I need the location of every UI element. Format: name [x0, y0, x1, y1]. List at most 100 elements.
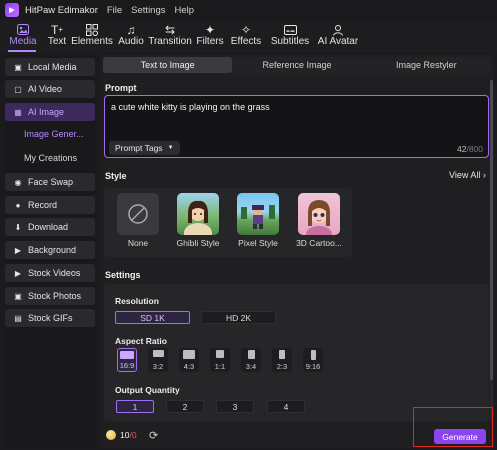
- menu-help[interactable]: Help: [175, 5, 195, 16]
- settings-label: Settings: [105, 270, 141, 280]
- aspect-3-4[interactable]: 3:4: [241, 348, 261, 372]
- sidebar-item-background[interactable]: ▶ Background: [5, 241, 95, 259]
- style-label-none: None: [127, 238, 149, 248]
- style-option-3d-cartoon[interactable]: [298, 193, 340, 235]
- sidebar-item-record[interactable]: ● Record: [5, 196, 95, 214]
- menu-settings[interactable]: Settings: [131, 5, 165, 16]
- aspect-1-1[interactable]: 1:1: [210, 348, 230, 372]
- tab-reference-image[interactable]: Reference Image: [232, 57, 361, 73]
- filters-icon: ✦: [204, 22, 216, 37]
- aspect-4-3[interactable]: 4:3: [179, 348, 199, 372]
- coin-icon: [106, 430, 116, 440]
- quantity-4[interactable]: 4: [267, 400, 305, 413]
- app-title: HitPaw Edimakor: [25, 4, 98, 16]
- tool-media-label: Media: [9, 36, 37, 47]
- prompt-tags-dropdown[interactable]: Prompt Tags ▼: [109, 141, 180, 155]
- sidebar-item-face-swap[interactable]: ◉ Face Swap: [5, 173, 95, 191]
- tool-filters-label: Filters: [196, 36, 224, 47]
- tool-subtitles-label: Subtitles: [270, 36, 310, 47]
- sidebar-item-label: AI Image: [28, 107, 65, 117]
- resolution-sd-1k[interactable]: SD 1K: [115, 311, 190, 324]
- prompt-tags-label: Prompt Tags: [115, 143, 163, 153]
- sidebar: ▣ Local Media ▢ AI Video ▦ AI Image Imag…: [5, 55, 95, 447]
- tool-ai-avatar[interactable]: AI Avatar: [314, 20, 362, 52]
- aspect-9-16-icon: [310, 350, 316, 360]
- style-label: Style: [105, 171, 127, 181]
- resolution-hd-2k[interactable]: HD 2K: [201, 311, 276, 324]
- scrollbar-thumb[interactable]: [490, 80, 493, 380]
- view-all-link[interactable]: View All ›: [449, 170, 486, 180]
- style-label-pixel: Pixel Style: [238, 238, 278, 248]
- folder-icon: ▣: [14, 62, 22, 72]
- quantity-3[interactable]: 3: [216, 400, 254, 413]
- tool-audio-label: Audio: [118, 36, 144, 47]
- view-all-label: View All: [449, 170, 481, 180]
- tool-filters[interactable]: ✦ Filters: [194, 20, 226, 52]
- refresh-icon[interactable]: ⟳: [149, 429, 158, 442]
- 3d-cartoon-girl-thumbnail: [306, 200, 332, 235]
- aspect-4-3-icon: [183, 350, 195, 359]
- sidebar-subitem-image-generator[interactable]: Image Gener...: [24, 129, 84, 139]
- aspect-2-3[interactable]: 2:3: [272, 348, 292, 372]
- menu-file[interactable]: File: [107, 5, 122, 16]
- sidebar-item-local-media[interactable]: ▣ Local Media: [5, 58, 95, 76]
- app-logo-icon: ▶: [5, 3, 19, 17]
- sidebar-item-stock-photos[interactable]: ▣ Stock Photos: [5, 287, 95, 305]
- sidebar-item-stock-gifs[interactable]: ▤ Stock GIFs: [5, 309, 95, 327]
- active-tool-indicator: [8, 50, 36, 52]
- prompt-label: Prompt: [105, 83, 137, 93]
- aspect-9-16-label: 9:16: [305, 362, 321, 371]
- aspect-16-9[interactable]: 16:9: [117, 348, 137, 372]
- tool-transition[interactable]: ⇆ Transition: [146, 20, 194, 52]
- stock-gifs-icon: ▤: [14, 313, 22, 323]
- tool-subtitles[interactable]: Subtitles: [266, 20, 314, 52]
- tool-audio[interactable]: ♫ Audio: [116, 20, 146, 52]
- sidebar-item-stock-videos[interactable]: ▶ Stock Videos: [5, 264, 95, 282]
- style-option-none[interactable]: [117, 193, 159, 235]
- tool-media[interactable]: Media: [0, 20, 46, 52]
- tab-image-restyler[interactable]: Image Restyler: [362, 57, 491, 73]
- ai-image-icon: ▦: [14, 107, 22, 117]
- sidebar-item-label: Stock Videos: [28, 268, 81, 278]
- tool-text-label: Text: [47, 36, 67, 47]
- credits-used: 10: [120, 430, 130, 440]
- subtitles-icon: [282, 23, 298, 36]
- aspect-1-1-label: 1:1: [214, 362, 226, 371]
- aspect-9-16[interactable]: 9:16: [303, 348, 323, 372]
- aspect-3-4-label: 3:4: [245, 362, 257, 371]
- sidebar-item-ai-video[interactable]: ▢ AI Video: [5, 80, 95, 98]
- sidebar-subitem-my-creations[interactable]: My Creations: [24, 153, 77, 163]
- download-icon: ⬇: [14, 222, 22, 232]
- style-option-ghibli[interactable]: [177, 193, 219, 235]
- tool-elements[interactable]: Elements: [68, 20, 116, 52]
- generate-button[interactable]: Generate: [434, 429, 486, 444]
- sidebar-item-label: Face Swap: [28, 177, 74, 187]
- sidebar-item-download[interactable]: ⬇ Download: [5, 218, 95, 236]
- aspect-3-2[interactable]: 3:2: [148, 348, 168, 372]
- aspect-4-3-label: 4:3: [183, 362, 195, 371]
- sidebar-item-label: AI Video: [28, 84, 62, 94]
- aspect-ratio-label: Aspect Ratio: [115, 336, 167, 346]
- mode-tabs: Text to Image Reference Image Image Rest…: [103, 57, 491, 73]
- style-option-pixel[interactable]: [237, 193, 279, 235]
- transition-icon: ⇆: [164, 22, 176, 37]
- ai-video-icon: ▢: [14, 84, 22, 94]
- stock-photos-icon: ▣: [14, 291, 22, 301]
- panel-scrollbar[interactable]: [490, 80, 493, 420]
- pixel-character-thumbnail: [241, 205, 275, 229]
- quantity-2[interactable]: 2: [166, 400, 204, 413]
- tool-effects[interactable]: ✧ Effects: [226, 20, 266, 52]
- sidebar-item-label: Stock Photos: [28, 291, 82, 301]
- tool-text[interactable]: T + Text: [46, 20, 68, 52]
- prompt-input[interactable]: a cute white kitty is playing on the gra…: [104, 95, 489, 158]
- style-label-3d-cartoon: 3D Cartoo...: [296, 238, 342, 248]
- main-toolbar: Media T + Text Elements ♫ Audio ⇆ Transit…: [0, 20, 497, 52]
- quantity-1[interactable]: 1: [116, 400, 154, 413]
- sidebar-item-ai-image[interactable]: ▦ AI Image: [5, 103, 95, 121]
- tab-text-to-image[interactable]: Text to Image: [103, 57, 233, 73]
- resolution-label: Resolution: [115, 296, 159, 306]
- aspect-2-3-icon: [279, 350, 285, 359]
- prompt-text[interactable]: a cute white kitty is playing on the gra…: [111, 102, 270, 112]
- background-icon: ▶: [14, 245, 22, 255]
- ghibli-girl-thumbnail: [184, 200, 212, 235]
